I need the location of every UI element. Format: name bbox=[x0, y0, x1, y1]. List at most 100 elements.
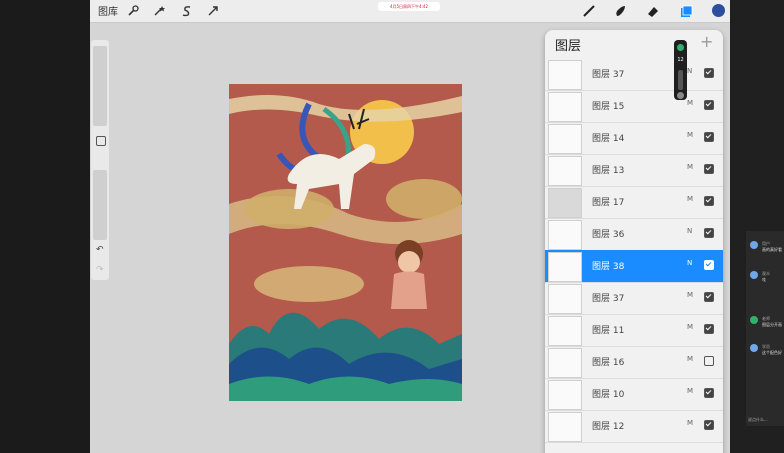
layer-visibility-checkbox[interactable] bbox=[704, 228, 714, 238]
blend-mode-button[interactable]: M bbox=[687, 99, 693, 107]
floating-control[interactable]: 12 bbox=[674, 40, 687, 100]
blend-mode-button[interactable]: M bbox=[687, 291, 693, 299]
layer-thumbnail bbox=[548, 220, 582, 250]
layer-thumbnail bbox=[548, 252, 582, 282]
layer-visibility-checkbox[interactable] bbox=[704, 420, 714, 430]
layer-row[interactable]: 图层 37 N bbox=[545, 58, 723, 91]
control-value: 12 bbox=[677, 57, 684, 63]
app-window: 图库 4月5日周四下午4:42 ↶ ↷ 图层 + 图层 37 N 图层 15 M… bbox=[0, 0, 784, 453]
layer-visibility-checkbox[interactable] bbox=[704, 324, 714, 334]
layer-row[interactable]: 图层 13 M bbox=[545, 154, 723, 187]
brush-size-slider[interactable] bbox=[93, 46, 107, 126]
wrench-icon[interactable] bbox=[126, 4, 140, 18]
layer-name: 图层 12 bbox=[592, 422, 625, 432]
layer-thumbnail bbox=[548, 412, 582, 442]
avatar bbox=[750, 316, 758, 324]
layer-visibility-checkbox[interactable] bbox=[704, 260, 714, 270]
blend-mode-button[interactable]: M bbox=[687, 355, 693, 363]
control-knob[interactable] bbox=[677, 92, 684, 99]
layer-name: 图层 37 bbox=[592, 70, 625, 80]
redo-icon[interactable]: ↷ bbox=[96, 265, 104, 275]
layer-row[interactable]: 图层 17 M bbox=[545, 186, 723, 219]
layer-row[interactable]: 图层 10 M bbox=[545, 378, 723, 411]
layer-row[interactable]: 图层 15 M bbox=[545, 90, 723, 123]
blend-mode-button[interactable]: M bbox=[687, 195, 693, 203]
layer-row[interactable]: 图层 11 M bbox=[545, 314, 723, 347]
control-slider[interactable] bbox=[678, 70, 683, 90]
layer-name: 图层 38 bbox=[592, 262, 625, 272]
layer-row[interactable]: 图层 16 M bbox=[545, 346, 723, 379]
procreate-workspace: 图库 4月5日周四下午4:42 ↶ ↷ 图层 + 图层 37 N 图层 15 M… bbox=[90, 0, 730, 453]
layer-visibility-checkbox[interactable] bbox=[704, 356, 714, 366]
layer-name: 图层 17 bbox=[592, 198, 625, 208]
transform-arrow-icon[interactable] bbox=[206, 4, 220, 18]
live-chat-panel: 用户 画的真好看 观众 哇 老师 图层分开画 学员 这个配色好 说点什么... bbox=[746, 231, 784, 426]
blend-mode-button[interactable]: N bbox=[687, 227, 692, 235]
avatar bbox=[750, 344, 758, 352]
layers-icon[interactable] bbox=[678, 3, 694, 19]
layer-name: 图层 14 bbox=[592, 134, 625, 144]
chat-text: 这个配色好 bbox=[762, 350, 782, 355]
add-layer-button[interactable]: + bbox=[700, 32, 713, 51]
avatar bbox=[750, 241, 758, 249]
layer-visibility-checkbox[interactable] bbox=[704, 388, 714, 398]
blend-mode-button[interactable]: N bbox=[687, 259, 692, 267]
selection-s-icon[interactable] bbox=[180, 4, 194, 18]
layer-visibility-checkbox[interactable] bbox=[704, 196, 714, 206]
modify-square-button[interactable] bbox=[96, 136, 106, 146]
brush-icon[interactable] bbox=[581, 3, 597, 19]
artwork-illustration bbox=[229, 84, 462, 401]
left-margin bbox=[0, 0, 90, 453]
eraser-icon[interactable] bbox=[645, 3, 661, 19]
layer-name: 图层 15 bbox=[592, 102, 625, 112]
magic-wand-icon[interactable] bbox=[152, 4, 166, 18]
artwork-canvas[interactable] bbox=[229, 84, 462, 401]
layer-name: 图层 13 bbox=[592, 166, 625, 176]
avatar bbox=[750, 271, 758, 279]
layers-panel: 图层 + 图层 37 N 图层 15 M 图层 14 M 图层 13 M 图层 … bbox=[545, 30, 723, 453]
layer-thumbnail bbox=[548, 316, 582, 346]
layer-thumbnail bbox=[548, 380, 582, 410]
blend-mode-button[interactable]: M bbox=[687, 131, 693, 139]
layer-thumbnail bbox=[548, 188, 582, 218]
gallery-button[interactable]: 图库 bbox=[98, 3, 118, 18]
layer-visibility-checkbox[interactable] bbox=[704, 164, 714, 174]
layer-name: 图层 11 bbox=[592, 326, 625, 336]
layer-visibility-checkbox[interactable] bbox=[704, 292, 714, 302]
chat-input[interactable]: 说点什么... bbox=[748, 417, 768, 423]
chat-text: 图层分开画 bbox=[762, 322, 782, 327]
layer-visibility-checkbox[interactable] bbox=[704, 132, 714, 142]
blend-mode-button[interactable]: M bbox=[687, 163, 693, 171]
chat-text: 哇 bbox=[762, 277, 766, 282]
layer-thumbnail bbox=[548, 92, 582, 122]
color-swatch[interactable] bbox=[712, 4, 725, 17]
chat-text: 画的真好看 bbox=[762, 247, 782, 252]
layer-visibility-checkbox[interactable] bbox=[704, 100, 714, 110]
layer-row[interactable]: 图层 14 M bbox=[545, 122, 723, 155]
layer-row-selected[interactable]: 图层 38 N bbox=[545, 250, 723, 283]
layer-row[interactable]: 图层 36 N bbox=[545, 218, 723, 251]
layer-thumbnail bbox=[548, 284, 582, 314]
layer-name: 图层 16 bbox=[592, 358, 625, 368]
layer-thumbnail bbox=[548, 156, 582, 186]
undo-icon[interactable]: ↶ bbox=[96, 245, 104, 255]
layer-name: 图层 36 bbox=[592, 230, 625, 240]
layer-name: 图层 10 bbox=[592, 390, 625, 400]
layers-panel-title: 图层 bbox=[555, 39, 582, 54]
record-indicator-icon bbox=[677, 44, 684, 51]
layer-visibility-checkbox[interactable] bbox=[704, 68, 714, 78]
layer-thumbnail bbox=[548, 348, 582, 378]
blend-mode-button[interactable]: M bbox=[687, 323, 693, 331]
blend-mode-button[interactable]: M bbox=[687, 419, 693, 427]
blend-mode-button[interactable]: N bbox=[687, 67, 692, 75]
blend-mode-button[interactable]: M bbox=[687, 387, 693, 395]
layer-thumbnail bbox=[548, 60, 582, 90]
layer-row[interactable]: 图层 37 M bbox=[545, 282, 723, 315]
left-sidebar: ↶ ↷ bbox=[91, 40, 109, 280]
opacity-slider[interactable] bbox=[93, 170, 107, 240]
layer-thumbnail bbox=[548, 124, 582, 154]
top-toolbar: 图库 4月5日周四下午4:42 bbox=[90, 0, 730, 23]
layer-row[interactable]: 图层 12 M bbox=[545, 410, 723, 443]
status-text: 4月5日周四下午4:42 bbox=[378, 2, 440, 11]
smudge-icon[interactable] bbox=[612, 3, 628, 19]
